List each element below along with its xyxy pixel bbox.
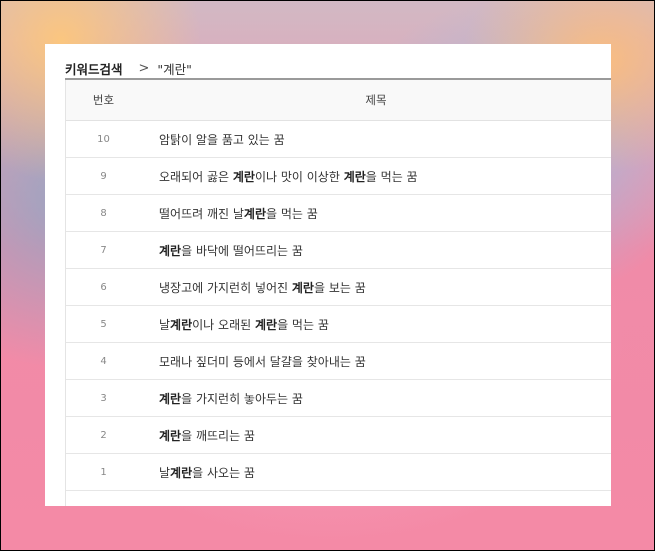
table-row[interactable]: 2 계란을 깨뜨리는 꿈 [66,417,611,454]
keyword-highlight: 계란 [159,243,182,258]
table-row[interactable]: 8 떨어뜨려 깨진 날계란을 먹는 꿈 [66,195,611,232]
row-title-link[interactable]: 냉장고에 가지런히 넣어진 계란을 보는 꿈 [141,279,366,296]
title-text: 이나 오래된 [192,317,255,332]
keyword-highlight: 계란 [254,317,278,332]
row-number: 1 [100,466,107,478]
table-row[interactable]: 4 모래나 짚더미 등에서 달걀을 찾아내는 꿈 [66,343,611,380]
keyword-highlight: 계란 [291,280,314,295]
table-row[interactable]: 9 오래되어 곯은 계란이나 맛이 이상한 계란을 먹는 꿈 [66,158,611,195]
keyword-highlight: 계란 [232,169,255,184]
row-number: 8 [100,207,107,219]
results-table: 번호 제목 10 암탉이 알을 품고 있는 꿈 9 오래되어 곯은 계란이나 맛이 이… [65,80,611,506]
title-text: 을 먹는 꿈 [365,169,418,184]
header-title: 제목 [365,93,387,107]
breadcrumb-root[interactable]: 키워드검색 [65,59,123,78]
row-number: 4 [100,355,107,367]
header-number: 번호 [92,93,115,107]
breadcrumb-separator-icon: > [138,60,150,76]
title-text: 을 먹는 꿈 [266,206,318,221]
row-number: 6 [100,281,107,293]
title-text: 을 가지런히 놓아두는 꿈 [181,391,303,406]
row-title-link[interactable]: 계란을 바닥에 떨어뜨리는 꿈 [141,242,303,259]
row-number: 2 [100,429,107,441]
breadcrumb-current: "계란" [157,61,192,77]
title-text: 을 보는 꿈 [313,280,366,295]
row-title-link[interactable]: 오래되어 곯은 계란이나 맛이 이상한 계란을 먹는 꿈 [141,168,418,185]
row-title-link[interactable]: 날계란이나 오래된 계란을 먹는 꿈 [141,316,329,333]
title-text: 떨어뜨려 깨진 날 [159,206,244,221]
row-number: 10 [97,133,110,145]
keyword-highlight: 계란 [243,206,267,221]
title-text: 오래되어 곯은 [159,169,233,184]
row-number: 7 [100,244,107,256]
keyword-highlight: 계란 [159,391,182,406]
table-row[interactable]: 6 냉장고에 가지런히 넣어진 계란을 보는 꿈 [66,269,611,306]
row-number: 5 [100,318,107,330]
row-title-link[interactable]: 계란을 깨뜨리는 꿈 [141,427,255,444]
title-text: 을 바닥에 떨어뜨리는 꿈 [181,243,303,258]
title-text: 날 [159,317,171,332]
keyword-highlight: 계란 [170,465,193,480]
row-title-link[interactable]: 모래나 짚더미 등에서 달걀을 찾아내는 꿈 [141,353,366,370]
table-row[interactable]: 7 계란을 바닥에 떨어뜨리는 꿈 [66,232,611,269]
keyword-highlight: 계란 [159,428,182,443]
search-results-panel: 키워드검색 > "계란" 번호 제목 10 암탉이 알을 품고 있는 꿈 9 오래되어… [45,44,611,506]
title-text: 냉장고에 가지런히 넣어진 [159,280,292,295]
table-body: 10 암탉이 알을 품고 있는 꿈 9 오래되어 곯은 계란이나 맛이 이상한 계란을… [66,121,611,491]
title-text: 을 깨뜨리는 꿈 [181,428,255,443]
table-row[interactable]: 5 날계란이나 오래된 계란을 먹는 꿈 [66,306,611,343]
row-number: 3 [100,392,107,404]
table-row[interactable]: 10 암탉이 알을 품고 있는 꿈 [66,121,611,158]
title-text: 모래나 짚더미 등에서 달걀을 찾아내는 꿈 [159,354,366,369]
row-title-link[interactable]: 날계란을 사오는 꿈 [141,464,255,481]
row-title-link[interactable]: 계란을 가지런히 놓아두는 꿈 [141,390,303,407]
table-row[interactable]: 3 계란을 가지런히 놓아두는 꿈 [66,380,611,417]
row-number: 9 [100,170,107,182]
keyword-highlight: 계란 [170,317,193,332]
title-text: 암탉이 알을 품고 있는 꿈 [159,132,285,147]
row-title-link[interactable]: 암탉이 알을 품고 있는 꿈 [141,131,285,148]
table-row[interactable]: 1 날계란을 사오는 꿈 [66,454,611,491]
row-title-link[interactable]: 떨어뜨려 깨진 날계란을 먹는 꿈 [141,205,318,222]
keyword-highlight: 계란 [343,169,366,184]
title-text: 을 먹는 꿈 [277,317,329,332]
title-text: 이나 맛이 이상한 [254,169,344,184]
table-header: 번호 제목 [66,80,611,121]
title-text: 을 사오는 꿈 [192,465,255,480]
breadcrumb: 키워드검색 > "계란" [65,58,192,78]
title-text: 날 [159,465,171,480]
